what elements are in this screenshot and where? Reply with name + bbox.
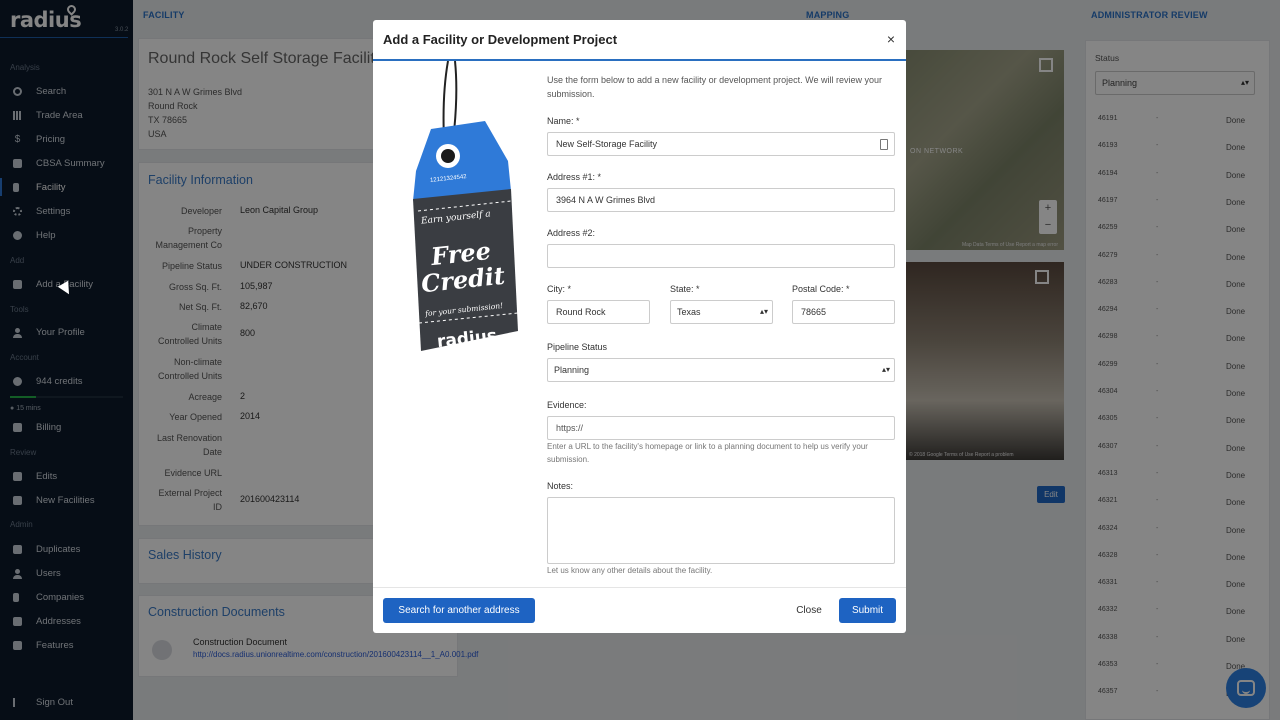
notes-textarea[interactable]: [547, 497, 895, 564]
chevron-down-icon: ▴▾: [881, 365, 890, 374]
postal-input[interactable]: 78665: [792, 300, 895, 324]
name-input[interactable]: New Self-Storage Facility: [547, 132, 895, 156]
evidence-input[interactable]: https://: [547, 416, 895, 440]
notes-help: Let us know any other details about the …: [547, 566, 713, 575]
submit-button[interactable]: Submit: [839, 598, 896, 623]
city-input[interactable]: Round Rock: [547, 300, 650, 324]
state-select[interactable]: Texas ▴▾: [670, 300, 773, 324]
contact-card-icon: [880, 139, 888, 150]
address1-input[interactable]: 3964 N A W Grimes Blvd: [547, 188, 895, 212]
state-label: State: *: [670, 284, 700, 294]
postal-label: Postal Code: *: [792, 284, 850, 294]
notes-label: Notes:: [547, 481, 574, 491]
city-label: City: *: [547, 284, 572, 294]
modal-footer-divider: [373, 587, 906, 588]
free-credit-tag-image: 12121324542 Earn yourself a Free Credit …: [393, 60, 533, 371]
name-label: Name: *: [547, 116, 580, 126]
chevron-down-icon: ▴▾: [759, 307, 768, 316]
close-button[interactable]: Close: [787, 598, 831, 623]
modal-title: Add a Facility or Development Project: [383, 32, 618, 47]
close-icon[interactable]: ×: [887, 31, 895, 47]
modal-intro: Use the form below to add a new facility…: [547, 75, 882, 99]
pipeline-select[interactable]: Planning ▴▾: [547, 358, 895, 382]
search-another-address-button[interactable]: Search for another address: [383, 598, 535, 623]
evidence-help: Enter a URL to the facility's homepage o…: [547, 442, 868, 464]
pipeline-label: Pipeline Status: [547, 342, 608, 352]
evidence-label: Evidence:: [547, 400, 587, 410]
address2-input[interactable]: [547, 244, 895, 268]
add-facility-modal: Add a Facility or Development Project × …: [373, 20, 906, 633]
modal-header: Add a Facility or Development Project ×: [373, 20, 906, 61]
address2-label: Address #2:: [547, 228, 596, 238]
address1-label: Address #1: *: [547, 172, 602, 182]
